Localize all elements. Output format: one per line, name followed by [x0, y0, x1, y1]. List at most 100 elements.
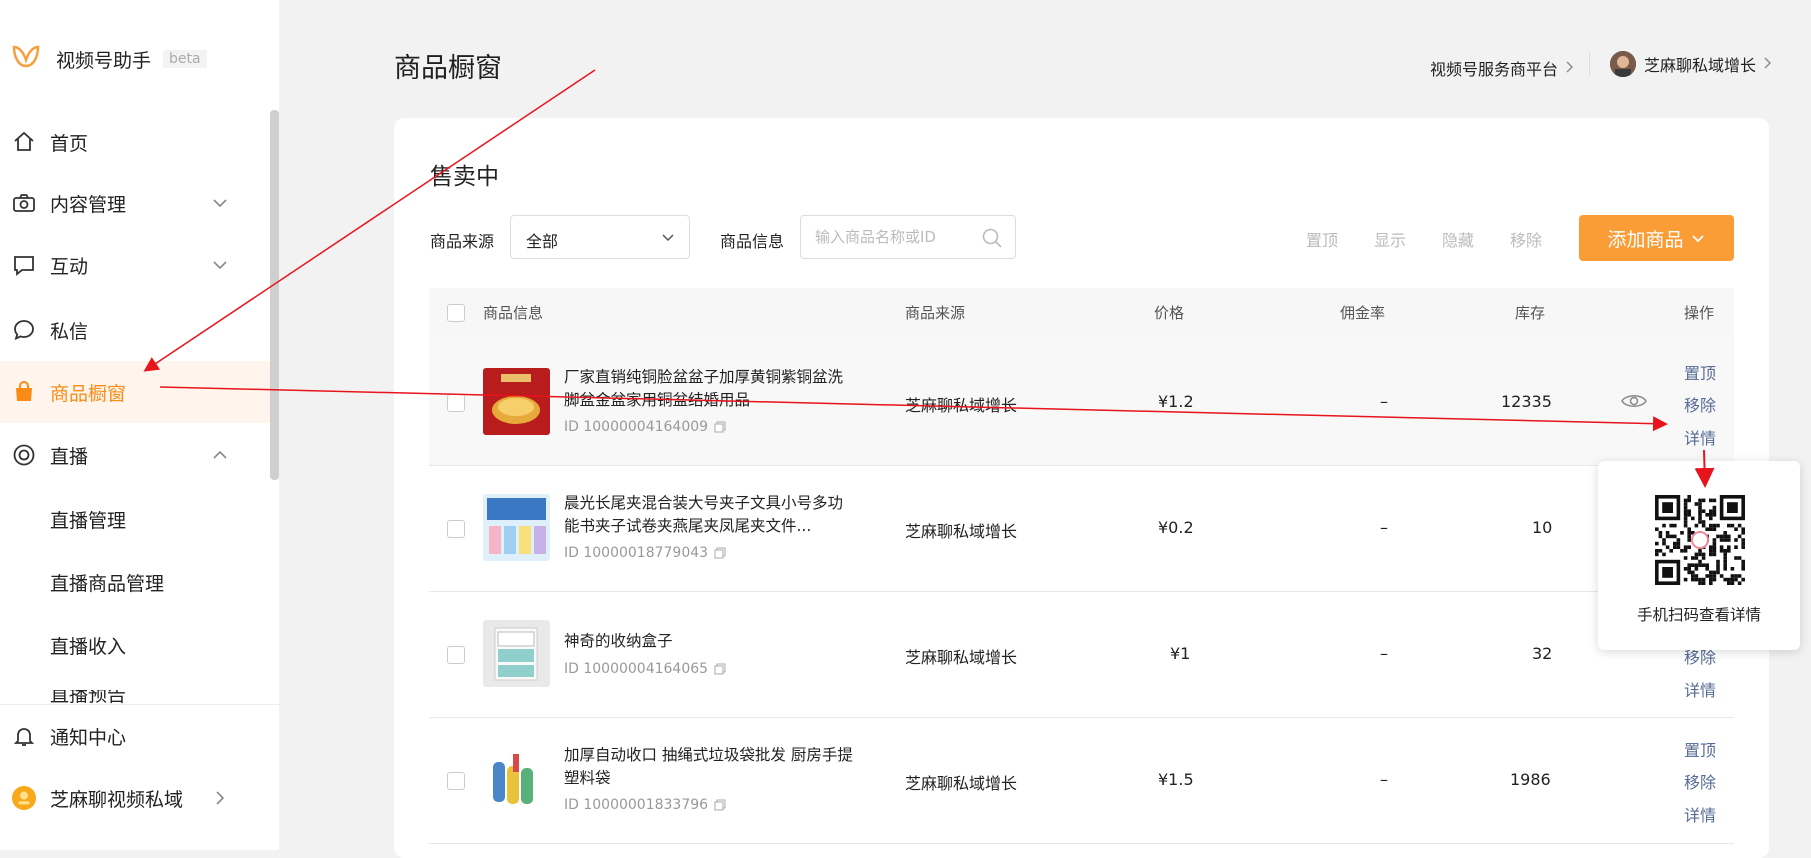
product-price: ¥1 [1170, 644, 1191, 663]
sidebar-scrollbar[interactable] [270, 110, 279, 480]
eye-icon[interactable] [1621, 392, 1647, 414]
product-stock: 1986 [1510, 770, 1551, 789]
product-thumbnail[interactable] [483, 746, 550, 813]
sidebar-subitem-live-products[interactable]: 直播商品管理 [0, 551, 272, 613]
sidebar-item-home[interactable]: 首页 [0, 111, 272, 173]
product-stock: 10 [1532, 518, 1553, 537]
sidebar-item-label: 互动 [50, 255, 89, 278]
sidebar-subitem-live-manage[interactable]: 直播管理 [0, 488, 272, 550]
th-source: 商品来源 [905, 304, 966, 322]
page-title: 商品橱窗 [394, 53, 502, 84]
chevron-down-icon [659, 228, 677, 246]
product-stock: 32 [1532, 644, 1553, 663]
copy-icon[interactable] [714, 547, 726, 559]
row-checkbox[interactable] [447, 772, 465, 790]
product-price: ¥0.2 [1158, 518, 1194, 537]
search-input[interactable] [813, 227, 977, 247]
pin-button[interactable]: 置顶 [1306, 227, 1338, 251]
sidebar-item-notifications[interactable]: 通知中心 [0, 705, 272, 767]
product-name[interactable]: 晨光长尾夹混合装大号夹子文具小号多功能书夹子试卷夹燕尾夹凤尾夹文件... [564, 492, 854, 538]
sidebar-item-showcase[interactable]: 商品橱窗 [0, 361, 272, 423]
qr-popover: 手机扫码查看详情 [1598, 461, 1800, 650]
section-title: 售卖中 [430, 164, 499, 190]
sidebar-item-live[interactable]: 直播 [0, 424, 272, 486]
product-id: ID 10000004164009 [564, 419, 726, 435]
service-platform-label: 视频号服务商平台 [1430, 60, 1559, 79]
row-remove-link[interactable]: 移除 [1684, 392, 1716, 416]
product-id-text: ID 10000018779043 [564, 545, 709, 561]
row-detail-link[interactable]: 详情 [1684, 802, 1716, 826]
copy-icon[interactable] [714, 799, 726, 811]
product-commission: – [1380, 518, 1388, 537]
sidebar-account-switch[interactable]: 芝麻聊视频私域 [0, 767, 272, 829]
header-divider [1589, 52, 1590, 76]
sidebar-item-label: 内容管理 [50, 193, 127, 216]
sidebar-item-messages[interactable]: 私信 [0, 299, 272, 361]
copy-icon[interactable] [714, 421, 726, 433]
source-select[interactable]: 全部 [510, 215, 690, 259]
row-detail-link[interactable]: 详情 [1684, 677, 1716, 701]
product-source: 芝麻聊私域增长 [905, 522, 1018, 541]
sidebar-item-label: 通知中心 [50, 726, 127, 749]
home-icon [12, 130, 36, 154]
product-search[interactable] [800, 215, 1016, 259]
th-ops: 操作 [1684, 304, 1715, 322]
th-commission: 佣金率 [1340, 304, 1386, 322]
product-name[interactable]: 厂家直销纯铜脸盆盆子加厚黄铜紫铜盆洗脚盆金盆家用铜盆结婚用品 [564, 366, 854, 412]
row-detail-link[interactable]: 详情 [1684, 425, 1716, 449]
product-source: 芝麻聊私域增长 [905, 648, 1018, 667]
butterfly-logo-icon [12, 44, 40, 74]
product-name[interactable]: 加厚自动收口 抽绳式垃圾袋批发 厨房手提塑料袋 [564, 744, 854, 790]
product-id-text: ID 10000004164065 [564, 661, 709, 677]
row-pin-link[interactable]: 置顶 [1684, 360, 1716, 384]
live-icon [12, 443, 36, 467]
row-checkbox[interactable] [447, 520, 465, 538]
product-thumbnail[interactable] [483, 494, 550, 561]
account-name: 芝麻聊视频私域 [50, 788, 184, 811]
row-checkbox[interactable] [447, 646, 465, 664]
product-commission: – [1380, 770, 1388, 789]
add-product-button[interactable]: 添加商品 [1579, 215, 1734, 261]
search-icon[interactable] [981, 227, 1003, 249]
th-stock: 库存 [1515, 304, 1546, 322]
product-thumbnail[interactable] [483, 368, 550, 435]
sidebar: 视频号助手 beta 首页 内容管理 互动 私信 商品橱窗 直播 直播管理 直播… [0, 0, 279, 850]
select-all-checkbox[interactable] [447, 304, 465, 322]
sidebar-item-interaction[interactable]: 互动 [0, 234, 272, 296]
qr-caption: 手机扫码查看详情 [1636, 606, 1761, 624]
chevron-right-icon [210, 788, 230, 808]
row-pin-link[interactable]: 置顶 [1684, 737, 1716, 761]
sidebar-item-content[interactable]: 内容管理 [0, 172, 272, 234]
product-id: ID 10000004164065 [564, 661, 726, 677]
account-name: 芝麻聊私域增长 [1644, 56, 1757, 75]
remove-button[interactable]: 移除 [1510, 227, 1542, 251]
hide-button[interactable]: 隐藏 [1442, 227, 1474, 251]
sidebar-subitem-live-income[interactable]: 直播收入 [0, 614, 272, 676]
sidebar-item-label: 直播 [50, 445, 89, 468]
chevron-down-icon [1690, 230, 1706, 246]
source-select-value: 全部 [526, 232, 559, 251]
qr-code [1655, 495, 1745, 585]
copy-icon[interactable] [714, 663, 726, 675]
product-thumbnail[interactable] [483, 620, 550, 687]
sidebar-subitem-live-preview[interactable]: 直播预告 [50, 690, 126, 704]
product-id: ID 10000001833796 [564, 797, 726, 813]
sidebar-footer: 通知中心 芝麻聊视频私域 [0, 705, 279, 850]
add-product-label: 添加商品 [1607, 228, 1684, 251]
row-checkbox[interactable] [447, 394, 465, 412]
product-source: 芝麻聊私域增长 [905, 396, 1018, 415]
chevron-up-icon [210, 445, 230, 465]
sidebar-subitem-label: 直播预告 [50, 690, 127, 704]
product-stock: 12335 [1501, 392, 1552, 411]
row-remove-link[interactable]: 移除 [1684, 769, 1716, 793]
brand[interactable]: 视频号助手 beta [12, 44, 207, 74]
chevron-right-icon [1564, 59, 1576, 78]
show-button[interactable]: 显示 [1374, 227, 1406, 251]
chevron-down-icon [210, 255, 230, 275]
beta-badge: beta [163, 50, 207, 68]
service-platform-link[interactable]: 视频号服务商平台 [1430, 56, 1576, 80]
camera-icon [12, 191, 36, 215]
th-price: 价格 [1154, 304, 1185, 322]
product-name[interactable]: 神奇的收纳盒子 [564, 630, 854, 653]
account-menu[interactable]: 芝麻聊私域增长 [1610, 51, 1774, 77]
